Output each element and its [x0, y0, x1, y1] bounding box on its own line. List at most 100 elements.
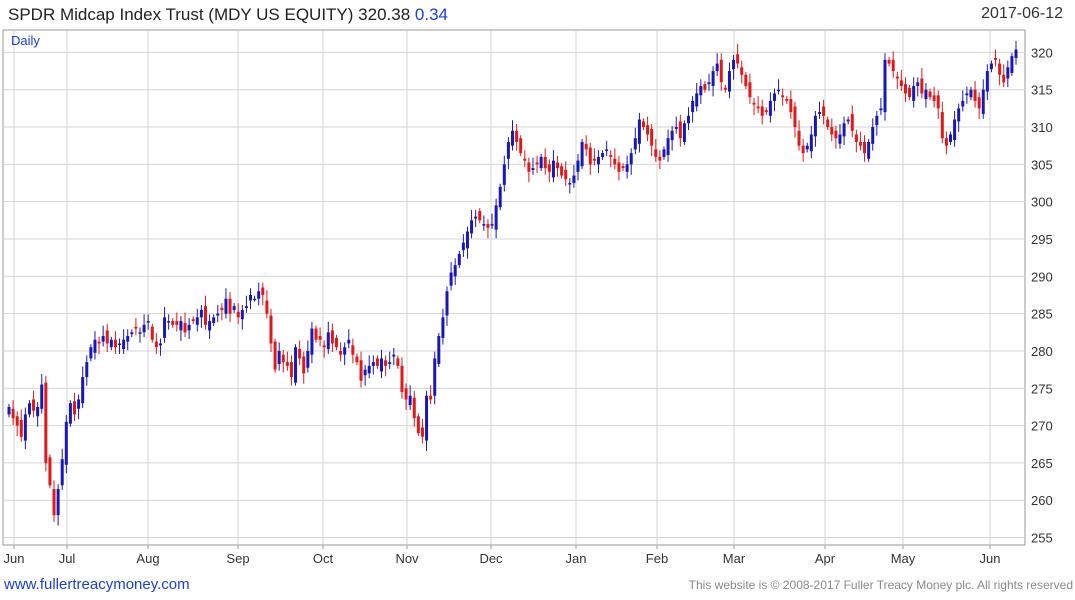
candle-body [502, 164, 506, 185]
candle-body [801, 145, 805, 154]
candle-body [580, 141, 584, 167]
candle-body [56, 489, 60, 516]
candle-body [416, 416, 420, 434]
candle-body [781, 95, 785, 98]
y-tick-label: 280 [1031, 344, 1053, 359]
candle-body [199, 309, 203, 318]
candle-body [654, 149, 658, 157]
candle-body [367, 365, 371, 374]
candle-body [384, 360, 388, 366]
candle-body [122, 339, 126, 350]
candle-body [551, 160, 555, 178]
candle-body [52, 489, 56, 516]
candle-body [732, 59, 736, 70]
candle-body [989, 63, 993, 70]
candle-body [969, 89, 973, 98]
candle-body [515, 130, 519, 142]
candle-body [903, 84, 907, 94]
candle-body [617, 162, 621, 172]
candle-body [858, 141, 862, 146]
candle-body [863, 141, 867, 154]
candle-body [1010, 56, 1014, 73]
candle-body [195, 317, 199, 325]
candle-body [478, 210, 482, 221]
y-tick-label: 300 [1031, 195, 1053, 210]
candle-body [158, 343, 162, 346]
candle-body [490, 224, 494, 226]
candle-body [470, 220, 474, 234]
candle-body [748, 82, 752, 98]
candle-body [363, 369, 367, 376]
plot-area [2, 29, 1026, 546]
website-link[interactable]: www.fullertreacymoney.com [4, 576, 190, 593]
candle-body [179, 321, 183, 331]
x-tick-label: Apr [815, 551, 836, 566]
candle-body [167, 321, 171, 323]
candle-body [203, 306, 207, 325]
candle-body [588, 147, 592, 165]
candle-body [465, 231, 469, 249]
candle-body [355, 356, 359, 363]
candle-body [985, 71, 989, 92]
candle-body [568, 183, 572, 185]
candle-body [584, 143, 588, 150]
candle-body [113, 339, 117, 348]
candle-body [294, 347, 298, 383]
x-tick-label: Jan [566, 551, 587, 566]
candle-body [924, 89, 928, 100]
candle-body [592, 158, 596, 161]
candle-body [163, 317, 167, 338]
candle-body [285, 362, 289, 366]
candle-body [932, 95, 936, 101]
candle-body [85, 362, 89, 378]
candle-body [760, 106, 764, 116]
candle-body [556, 162, 560, 169]
candle-body [89, 347, 93, 359]
candle-body [854, 134, 858, 142]
candle-body [822, 106, 826, 116]
candle-body [109, 339, 113, 348]
candle-body [719, 59, 723, 83]
candle-body [486, 224, 490, 228]
candle-body [830, 127, 834, 135]
candle-body [699, 85, 703, 96]
x-tick-label: Jul [59, 551, 76, 566]
candle-body [908, 87, 912, 98]
candle-body [326, 332, 330, 350]
candle-body [641, 121, 645, 128]
candle-body [850, 113, 854, 131]
candle-body [146, 321, 150, 323]
candle-body [101, 336, 105, 342]
candle-body [380, 358, 384, 372]
candle-body [842, 123, 846, 137]
candle-body [220, 308, 224, 310]
candle-body [813, 115, 817, 137]
candle-body [453, 265, 457, 277]
candle-body [351, 345, 355, 355]
candle-body [658, 156, 662, 161]
candle-body [7, 406, 11, 415]
candle-body [240, 309, 244, 320]
candle-body [576, 160, 580, 172]
candle-body [498, 186, 502, 208]
y-tick-label: 295 [1031, 232, 1053, 247]
candle-body [785, 99, 789, 101]
candle-body [392, 354, 396, 357]
candle-body [899, 80, 903, 86]
candle-body [949, 134, 953, 142]
candle-body [208, 321, 212, 331]
period-label: Daily [11, 33, 40, 48]
candle-body [105, 330, 109, 344]
candle-body [826, 119, 830, 128]
candle-body [457, 253, 461, 266]
candle-body [171, 321, 175, 325]
candle-body [838, 134, 842, 144]
y-tick-label: 260 [1031, 493, 1053, 508]
candle-body [437, 336, 441, 365]
candle-body [77, 399, 81, 409]
candle-body [494, 205, 498, 230]
candle-body [306, 350, 310, 368]
candle-body [175, 321, 179, 325]
candle-body [48, 457, 52, 486]
candle-body [867, 141, 871, 159]
